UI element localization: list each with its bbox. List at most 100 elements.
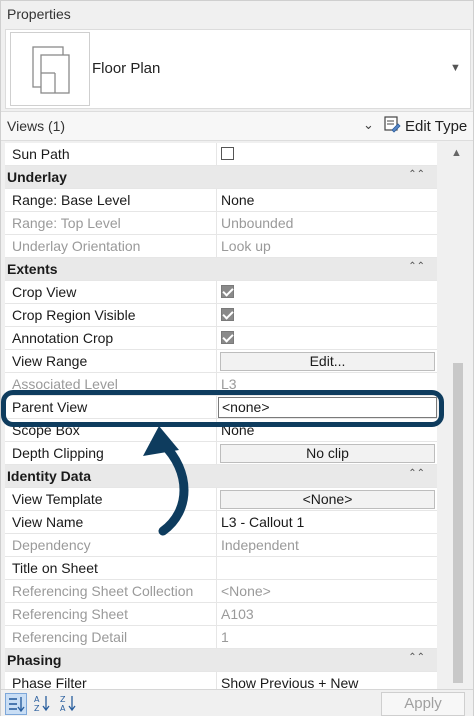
property-row-view-name: View Name L3 - Callout 1 xyxy=(5,511,437,534)
edit-type-icon xyxy=(383,115,401,137)
view-template-button[interactable]: <None> xyxy=(220,490,435,509)
scroll-thumb[interactable] xyxy=(453,363,463,683)
property-name: Crop View xyxy=(5,281,217,303)
property-value-cell xyxy=(217,281,437,303)
property-name: View Range xyxy=(5,350,217,372)
collapse-icon[interactable]: ⌃⌃ xyxy=(408,261,425,272)
collapse-icon[interactable]: ⌃⌃ xyxy=(408,169,425,180)
property-row-view-template: View Template <None> xyxy=(5,488,437,511)
type-selector[interactable]: Floor Plan ▼ xyxy=(5,29,471,109)
property-row-sun-path: Sun Path xyxy=(5,143,437,166)
property-value-cell[interactable]: Show Previous + New xyxy=(217,672,437,689)
property-name: Associated Level xyxy=(5,373,217,395)
property-name: Underlay Orientation xyxy=(5,235,217,257)
svg-text:A: A xyxy=(34,695,40,704)
instance-filter-label: Views (1) xyxy=(7,118,66,134)
property-name: Range: Top Level xyxy=(5,212,217,234)
property-name: Annotation Crop xyxy=(5,327,217,349)
bottom-toolbar: A Z Z A Apply xyxy=(1,689,473,716)
property-row-dependency: Dependency Independent xyxy=(5,534,437,557)
property-value-cell[interactable]: L3 - Callout 1 xyxy=(217,511,437,533)
vertical-scrollbar[interactable]: ▲ xyxy=(439,143,471,689)
property-value-cell: Unbounded xyxy=(221,215,294,231)
property-row-phase-filter: Phase Filter Show Previous + New xyxy=(5,672,437,689)
property-row-crop-view: Crop View xyxy=(5,281,437,304)
edit-type-button[interactable]: Edit Type xyxy=(383,114,467,138)
property-row-associated-level: Associated Level L3 xyxy=(5,373,437,396)
annotation-crop-checkbox[interactable] xyxy=(221,331,234,344)
property-value-cell: Independent xyxy=(221,537,299,553)
sort-ascending-icon[interactable]: A Z xyxy=(31,693,53,715)
property-value-cell: L3 xyxy=(221,376,237,392)
property-value-cell: No clip xyxy=(217,442,437,464)
property-value-cell: Edit... xyxy=(217,350,437,372)
section-label: Phasing xyxy=(7,652,62,668)
view-range-button[interactable]: Edit... xyxy=(220,352,435,371)
section-label: Extents xyxy=(7,261,58,277)
property-row-depth-clipping: Depth Clipping No clip xyxy=(5,442,437,465)
property-name: Phase Filter xyxy=(5,672,217,689)
property-name: Referencing Sheet Collection xyxy=(5,580,217,602)
property-row-referencing-detail: Referencing Detail 1 xyxy=(5,626,437,649)
properties-panel: Properties Floor Plan ▼ Views (1) ⌄ Edit… xyxy=(0,0,474,716)
property-name: Parent View xyxy=(5,396,217,418)
categorized-sort-icon[interactable] xyxy=(5,693,27,715)
crop-view-checkbox[interactable] xyxy=(221,285,234,298)
property-value-cell: 1 xyxy=(221,629,229,645)
property-row-view-range: View Range Edit... xyxy=(5,350,437,373)
section-phasing[interactable]: Phasing ⌃⌃ xyxy=(5,649,437,672)
depth-clipping-button[interactable]: No clip xyxy=(220,444,435,463)
crop-region-visible-checkbox[interactable] xyxy=(221,308,234,321)
svg-text:A: A xyxy=(60,704,66,713)
property-row-crop-region-visible: Crop Region Visible xyxy=(5,304,437,327)
property-name: Sun Path xyxy=(5,143,217,165)
chevron-down-icon[interactable]: ⌄ xyxy=(363,117,374,133)
property-value-cell xyxy=(217,143,437,165)
section-label: Underlay xyxy=(7,169,67,185)
panel-title: Properties xyxy=(1,1,473,27)
property-value-cell[interactable]: None xyxy=(217,419,437,441)
property-name: Referencing Sheet xyxy=(5,603,217,625)
sun-path-checkbox[interactable] xyxy=(221,147,234,160)
parent-view-input[interactable]: <none> xyxy=(218,397,437,418)
property-row-range-base-level: Range: Base Level None xyxy=(5,189,437,212)
property-value-cell: <None> xyxy=(221,583,271,599)
property-name: Range: Base Level xyxy=(5,189,217,211)
property-value-cell[interactable] xyxy=(217,557,437,579)
property-name: Depth Clipping xyxy=(5,442,217,464)
property-row-underlay-orientation: Underlay Orientation Look up xyxy=(5,235,437,258)
property-name: Dependency xyxy=(5,534,217,556)
svg-text:Z: Z xyxy=(34,704,40,713)
apply-button[interactable]: Apply xyxy=(381,692,465,716)
type-name: Floor Plan xyxy=(92,60,161,77)
property-row-title-on-sheet: Title on Sheet xyxy=(5,557,437,580)
chevron-down-icon[interactable]: ▼ xyxy=(450,62,462,74)
scroll-up-icon[interactable]: ▲ xyxy=(451,147,462,159)
property-name: Crop Region Visible xyxy=(5,304,217,326)
section-identity-data[interactable]: Identity Data ⌃⌃ xyxy=(5,465,437,488)
section-label: Identity Data xyxy=(7,468,92,484)
property-name: View Name xyxy=(5,511,217,533)
section-underlay[interactable]: Underlay ⌃⌃ xyxy=(5,166,437,189)
property-value-cell: Look up xyxy=(221,238,271,254)
property-name: Title on Sheet xyxy=(5,557,217,579)
instance-filter[interactable]: Views (1) ⌄ Edit Type xyxy=(1,111,473,141)
property-row-referencing-sheet: Referencing Sheet A103 xyxy=(5,603,437,626)
property-value-cell[interactable]: None xyxy=(217,189,437,211)
property-name: View Template xyxy=(5,488,217,510)
property-row-referencing-sheet-collection: Referencing Sheet Collection <None> xyxy=(5,580,437,603)
sort-descending-icon[interactable]: Z A xyxy=(57,693,79,715)
property-name: Referencing Detail xyxy=(5,626,217,648)
property-row-annotation-crop: Annotation Crop xyxy=(5,327,437,350)
property-name: Scope Box xyxy=(5,419,217,441)
property-value-cell: <none> xyxy=(217,396,437,418)
property-row-range-top-level: Range: Top Level Unbounded xyxy=(5,212,437,235)
property-value-cell xyxy=(217,327,437,349)
edit-type-label: Edit Type xyxy=(405,117,468,135)
collapse-icon[interactable]: ⌃⌃ xyxy=(408,468,425,479)
collapse-icon[interactable]: ⌃⌃ xyxy=(408,652,425,663)
section-extents[interactable]: Extents ⌃⌃ xyxy=(5,258,437,281)
property-row-parent-view: Parent View <none> xyxy=(5,396,437,419)
property-row-scope-box: Scope Box None xyxy=(5,419,437,442)
svg-text:Z: Z xyxy=(60,695,66,704)
